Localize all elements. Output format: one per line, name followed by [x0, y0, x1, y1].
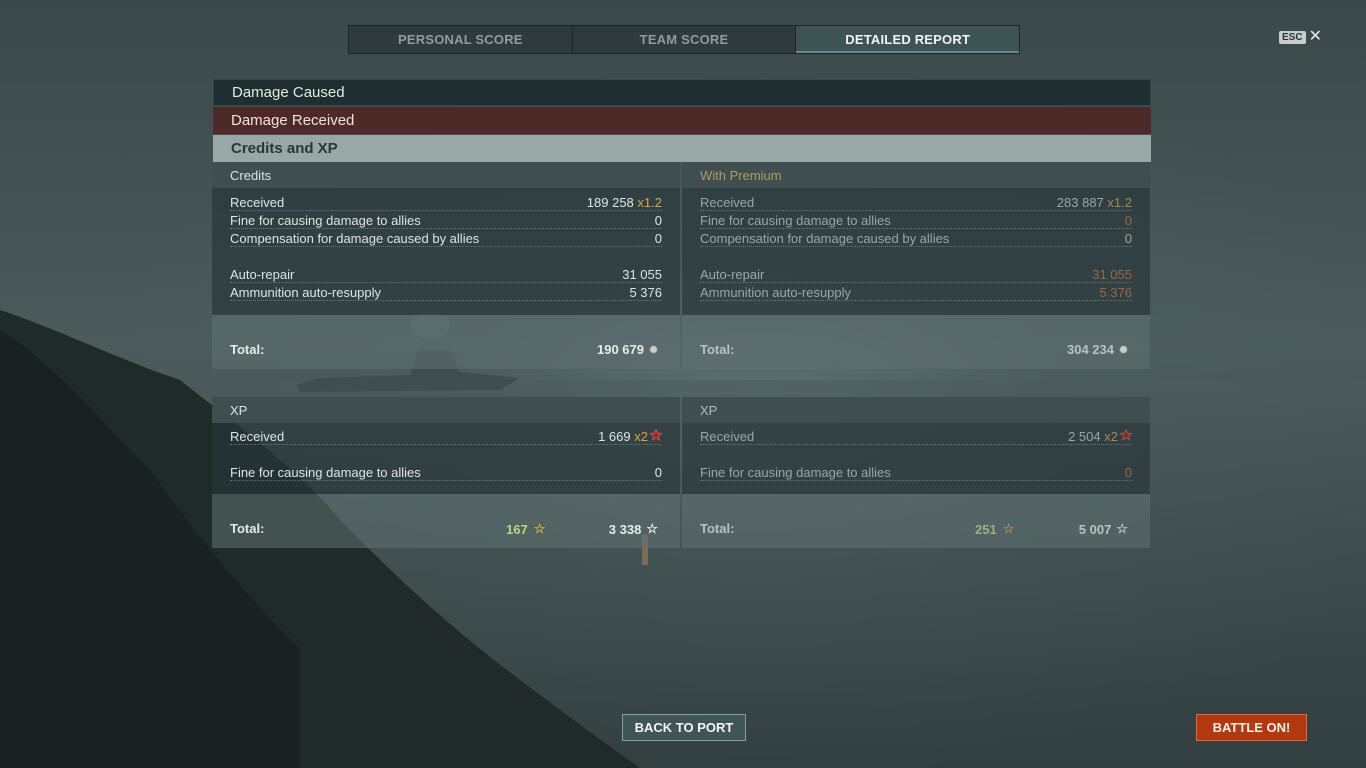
- credits-premium-received-multiplier: x1.2: [1107, 195, 1132, 210]
- free-xp-star-icon: ☆: [533, 521, 546, 536]
- credits-premium-ammo-row: Ammunition auto-resupply 5 376: [700, 283, 1132, 301]
- xp-total: Total: 167 ☆ 3 338 ☆: [212, 494, 680, 548]
- credits-repair-value: 31 055: [622, 267, 662, 282]
- xp-premium-header: XP: [682, 397, 1150, 423]
- xp-panel: XP Received 1 669 x2 Fine for causing da…: [212, 397, 680, 548]
- xp-premium-panel: XP Received 2 504 x2 Fine for causing da…: [682, 397, 1150, 548]
- credits-ammo-row: Ammunition auto-resupply 5 376: [230, 283, 662, 301]
- back-to-port-button[interactable]: BACK TO PORT: [622, 714, 746, 741]
- xp-body: Received 1 669 x2 Fine for causing damag…: [212, 423, 680, 494]
- credits-premium-total-value: 304 234: [1067, 342, 1114, 357]
- xp-premium-total-value: 5 007: [1078, 521, 1112, 537]
- credits-premium-compensation-value: 0: [1124, 231, 1132, 246]
- credits-received-label: Received: [230, 195, 285, 210]
- xp-premium-body: Received 2 504 x2 Fine for causing damag…: [682, 423, 1150, 494]
- credits-ammo-label: Ammunition auto-resupply: [230, 285, 382, 300]
- credits-body: Received 189 258 x1.2 Fine for causing d…: [212, 188, 680, 315]
- credits-premium-header-label: With Premium: [700, 167, 782, 183]
- xp-premium-fine-label: Fine for causing damage to allies: [700, 465, 891, 480]
- xp-premium-received-multiplier: x2: [1104, 429, 1118, 444]
- xp-fine-row: Fine for causing damage to allies 0: [230, 463, 662, 481]
- section-credits-xp[interactable]: Credits and XP: [213, 135, 1151, 162]
- xp-received-row: Received 1 669 x2: [230, 427, 662, 445]
- xp-total-label: Total:: [230, 521, 265, 536]
- xp-premium-received-label: Received: [700, 429, 755, 444]
- credits-premium-fine-row: Fine for causing damage to allies 0: [700, 211, 1132, 229]
- close-icon: ✕: [1308, 28, 1322, 45]
- credits-fine-value: 0: [654, 213, 662, 228]
- esc-key-icon: ESC: [1279, 30, 1306, 44]
- credits-premium-total-label: Total:: [700, 342, 735, 357]
- credits-header: Credits: [212, 162, 680, 188]
- credits-premium-panel: With Premium Received 283 887 x1.2 Fine …: [682, 162, 1150, 369]
- section-damage-received[interactable]: Damage Received: [213, 107, 1151, 134]
- xp-total-value: 3 338: [608, 521, 642, 537]
- credits-premium-repair-label: Auto-repair: [700, 267, 765, 282]
- credits-received-row: Received 189 258 x1.2: [230, 193, 662, 211]
- premium-star-badge-icon: [650, 429, 662, 441]
- esc-close-button[interactable]: ESC ✕: [1279, 28, 1322, 45]
- xp-star-icon: ☆: [646, 521, 658, 536]
- credits-premium-ammo-value: 5 376: [1099, 285, 1132, 300]
- credits-coin-icon: [649, 345, 658, 354]
- credits-total-value: 190 679: [597, 342, 644, 357]
- credits-premium-coin-icon: [1119, 345, 1128, 354]
- xp-premium-total: Total: 251 ☆ 5 007 ☆: [682, 494, 1150, 548]
- section-damage-caused[interactable]: Damage Caused: [213, 79, 1151, 106]
- credits-premium-received-label: Received: [700, 195, 755, 210]
- xp-fine-label: Fine for causing damage to allies: [230, 465, 421, 480]
- credits-premium-header: With Premium: [682, 162, 1150, 188]
- credits-fine-label: Fine for causing damage to allies: [230, 213, 421, 228]
- credits-total: Total: 190 679: [212, 315, 680, 369]
- credits-received-multiplier: x1.2: [637, 195, 662, 210]
- credits-premium-total: Total: 304 234: [682, 315, 1150, 369]
- xp-header: XP: [212, 397, 680, 423]
- credits-received-value: 189 258: [586, 195, 634, 210]
- xp-received-label: Received: [230, 429, 285, 444]
- report-tabs: PERSONAL SCORE TEAM SCORE DETAILED REPOR…: [348, 25, 1020, 54]
- credits-repair-row: Auto-repair 31 055: [230, 265, 662, 283]
- credits-compensation-row: Compensation for damage caused by allies…: [230, 229, 662, 247]
- credits-premium-repair-value: 31 055: [1092, 267, 1132, 282]
- credits-premium-compensation-row: Compensation for damage caused by allies…: [700, 229, 1132, 247]
- xp-star-icon: ☆: [1116, 521, 1128, 536]
- xp-premium-total-label: Total:: [700, 521, 735, 536]
- credits-premium-received-value: 283 887: [1056, 195, 1104, 210]
- tab-detailed-report[interactable]: DETAILED REPORT: [796, 26, 1020, 53]
- credits-premium-received-row: Received 283 887 x1.2: [700, 193, 1132, 211]
- xp-received-multiplier: x2: [634, 429, 648, 444]
- credits-ammo-value: 5 376: [629, 285, 662, 300]
- xp-received-value: 1 669: [598, 429, 631, 444]
- credits-premium-repair-row: Auto-repair 31 055: [700, 265, 1132, 283]
- credits-fine-row: Fine for causing damage to allies 0: [230, 211, 662, 229]
- xp-fine-value: 0: [654, 465, 662, 480]
- battle-on-button[interactable]: BATTLE ON!: [1196, 714, 1307, 741]
- xp-premium-fine-row: Fine for causing damage to allies 0: [700, 463, 1132, 481]
- free-xp-star-icon: ☆: [1002, 521, 1015, 536]
- tab-team-score[interactable]: TEAM SCORE: [573, 26, 797, 53]
- xp-premium-received-row: Received 2 504 x2: [700, 427, 1132, 445]
- xp-premium-fine-value: 0: [1124, 465, 1132, 480]
- tab-personal-score[interactable]: PERSONAL SCORE: [349, 26, 573, 53]
- credits-panel: Credits Received 189 258 x1.2 Fine for c…: [212, 162, 680, 369]
- credits-compensation-label: Compensation for damage caused by allies: [230, 231, 480, 246]
- credits-premium-ammo-label: Ammunition auto-resupply: [700, 285, 852, 300]
- credits-premium-body: Received 283 887 x1.2 Fine for causing d…: [682, 188, 1150, 315]
- xp-premium-free-value: 251: [975, 521, 997, 537]
- xp-free-value: 167: [506, 521, 528, 537]
- credits-total-label: Total:: [230, 342, 265, 357]
- xp-premium-received-value: 2 504: [1068, 429, 1101, 444]
- credits-premium-compensation-label: Compensation for damage caused by allies: [700, 231, 950, 246]
- credits-premium-fine-value: 0: [1124, 213, 1132, 228]
- credits-premium-fine-label: Fine for causing damage to allies: [700, 213, 891, 228]
- premium-star-badge-icon: [1120, 429, 1132, 441]
- credits-compensation-value: 0: [654, 231, 662, 246]
- credits-repair-label: Auto-repair: [230, 267, 295, 282]
